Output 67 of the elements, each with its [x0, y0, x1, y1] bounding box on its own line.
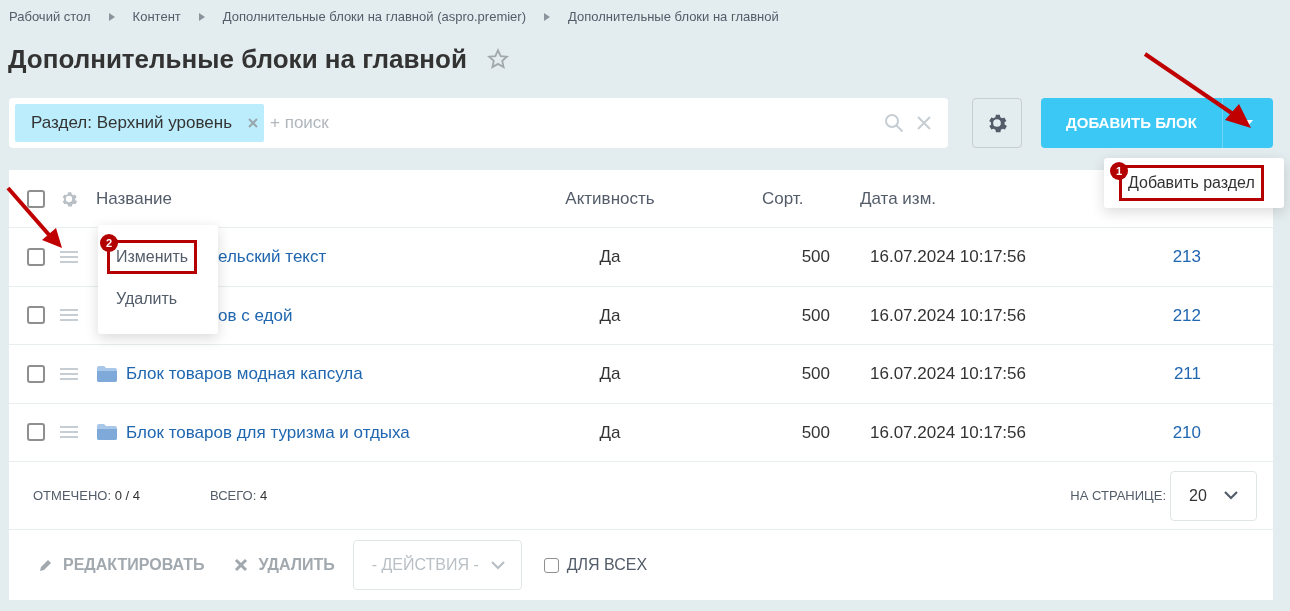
table-cell-text: Да [598, 246, 622, 268]
table-cell-text: Да [598, 421, 622, 444]
star-icon [486, 48, 509, 70]
checkbox-label: ДЛЯ ВСЕХ [566, 555, 648, 575]
settings-button[interactable] [972, 98, 1022, 148]
table-cell-text: Да [598, 304, 622, 327]
table-cell-text: Да [598, 363, 622, 385]
breadcrumb-link[interactable]: Дополнительные блоки на главной [568, 6, 779, 27]
clear-icon [916, 115, 932, 131]
row-link[interactable]: ов с едой [218, 302, 293, 328]
drag-handle-icon [60, 426, 78, 439]
chevron-down-icon [490, 560, 505, 570]
step-badge: 1 [1110, 162, 1128, 180]
checkbox[interactable] [543, 557, 559, 573]
checkbox[interactable] [27, 364, 45, 383]
column-header: Активность [564, 187, 656, 210]
drag-handle-icon [60, 309, 78, 322]
table-cell-text: 500 [800, 363, 830, 385]
breadcrumb-link[interactable]: Рабочий стол [9, 6, 91, 27]
actions-select-value: - ДЕЙСТВИЯ - [371, 554, 479, 575]
row-link[interactable]: Блок товаров модная капсула [126, 361, 363, 387]
table-cell-text: 500 [800, 246, 830, 268]
folder-icon [96, 364, 118, 383]
page-title: Дополнительные блоки на главной [8, 42, 467, 76]
search-icon [884, 113, 904, 133]
column-header: Название [96, 187, 173, 210]
checkbox[interactable] [27, 189, 45, 208]
table-cell-text: 213 [1171, 246, 1201, 268]
per-page-select[interactable]: 20 [1170, 470, 1257, 521]
breadcrumb-link[interactable]: Контент [132, 6, 181, 27]
column-header: Дата изм. [860, 187, 937, 210]
filter-tag[interactable]: Раздел: Верхний уровень [15, 104, 265, 142]
table-cell-text: 16.07.2024 10:17:56 [870, 304, 1027, 327]
chevron-icon [198, 12, 205, 21]
drag-handle-icon [60, 367, 78, 380]
breadcrumb-link[interactable]: Дополнительные блоки на главной (aspro.premier) [222, 6, 526, 27]
table-cell-text: 16.07.2024 10:17:56 [870, 363, 1027, 385]
per-page-value: 20 [1189, 485, 1207, 506]
checkbox[interactable] [27, 247, 45, 266]
remove-icon [248, 118, 259, 128]
pencil-icon [39, 558, 53, 572]
chevron-icon [108, 12, 115, 21]
per-page-label: НА СТРАНИЦЕ: [1070, 486, 1166, 505]
table-cell-text: 212 [1171, 304, 1201, 327]
chevron-icon [544, 12, 550, 21]
close-icon [234, 558, 249, 572]
table-cell-text: 16.07.2024 10:17:56 [870, 421, 1027, 444]
drag-handle-icon [60, 250, 78, 263]
step-badge: 2 [100, 234, 118, 252]
checkbox[interactable] [27, 423, 45, 442]
settings-icon [60, 189, 78, 208]
row-link[interactable]: ельский текст [218, 244, 327, 270]
total-count: ВСЕГО: 4 [209, 486, 268, 505]
table-cell-text: 211 [1172, 363, 1201, 385]
checkbox[interactable] [27, 306, 45, 325]
folder-icon [96, 423, 118, 442]
table-cell-text: 16.07.2024 10:17:56 [870, 246, 1027, 268]
table-cell-text: 500 [800, 304, 830, 327]
table-cell-text: 500 [800, 421, 830, 444]
table-cell-text: 210 [1171, 421, 1201, 444]
menu-item[interactable]: Удалить [110, 285, 184, 313]
selected-count: ОТМЕЧЕНО: 0 / 4 [33, 486, 140, 505]
chevron-down-icon [1224, 491, 1238, 500]
column-header: Сорт. [761, 187, 805, 210]
search-field[interactable]: Раздел: Верхний уровень + поиск [9, 98, 948, 148]
filter-tag-label: Раздел: Верхний уровень [31, 112, 233, 135]
row-link[interactable]: Блок товаров для туризма и отдыха [126, 419, 410, 445]
